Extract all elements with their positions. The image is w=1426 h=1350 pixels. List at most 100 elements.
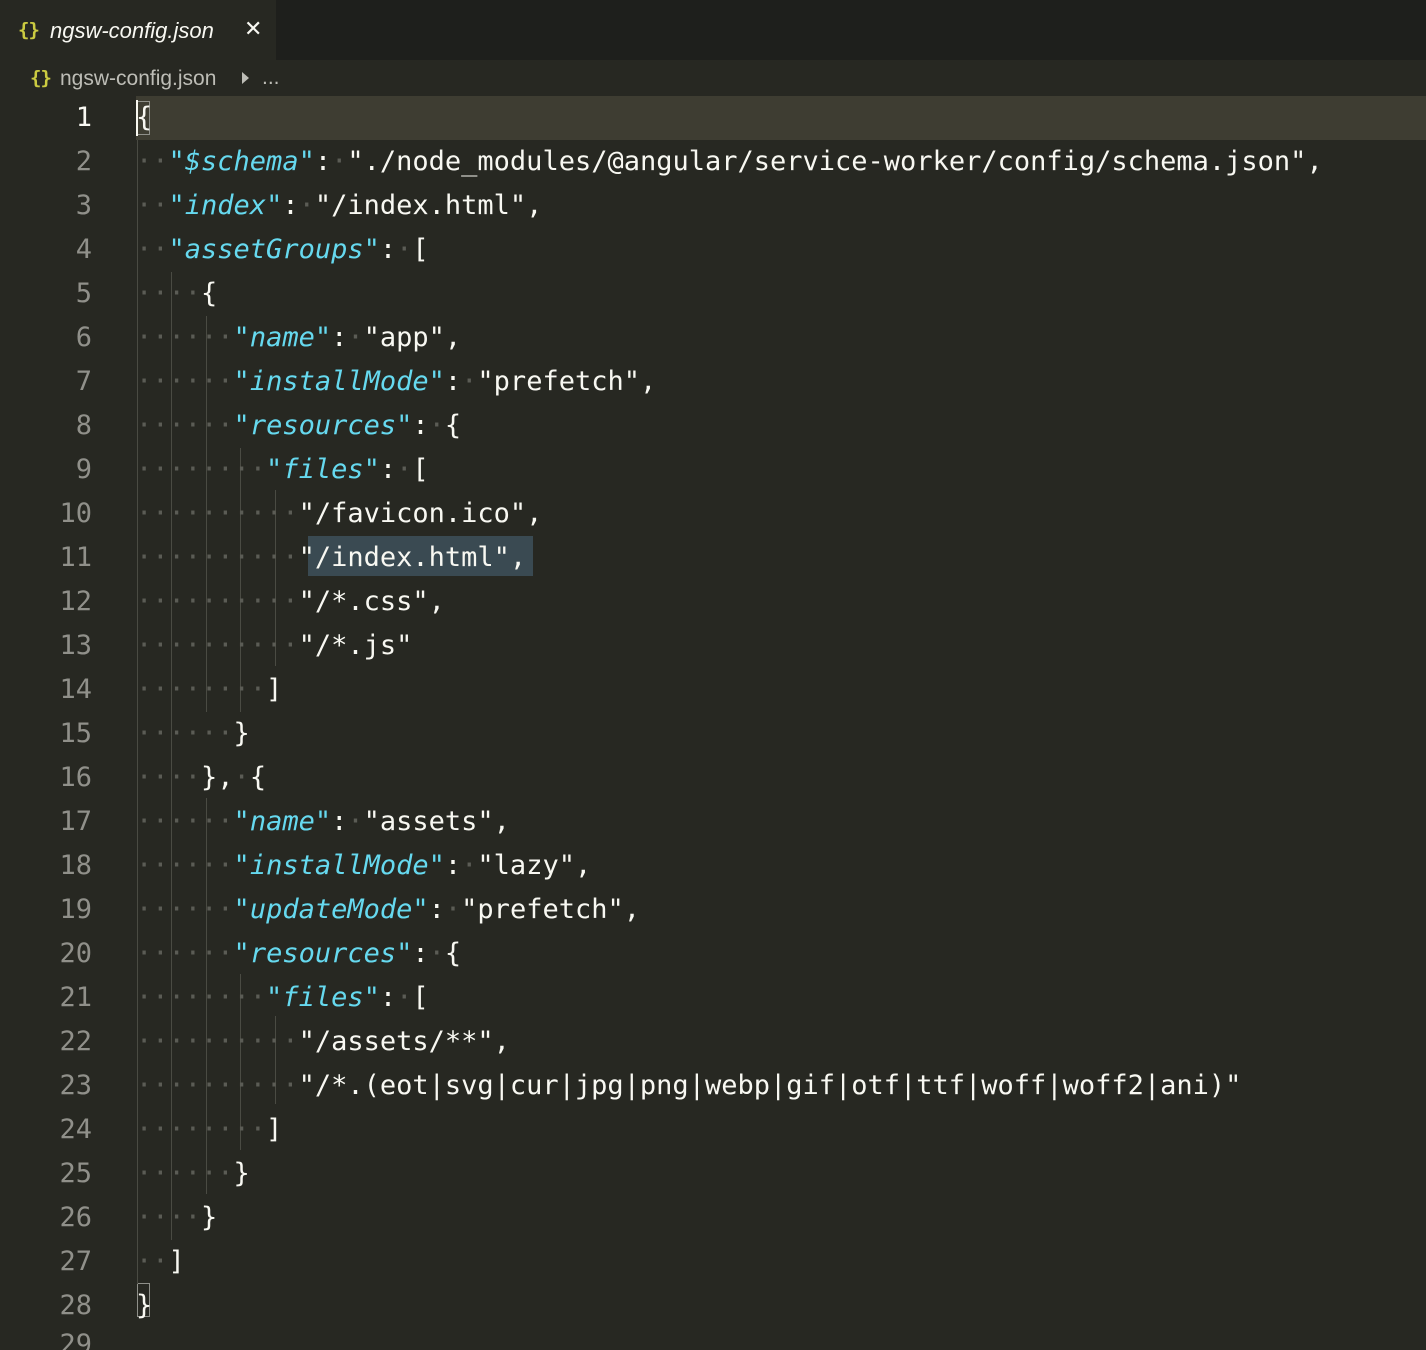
text-cursor	[136, 100, 138, 136]
json-key-quote: "	[233, 806, 250, 837]
whitespace-marker: ·	[461, 366, 478, 397]
line-number: 27	[59, 1246, 92, 1277]
code-text: :	[331, 322, 348, 353]
code-text: :	[379, 234, 397, 265]
json-key: resources	[249, 410, 397, 441]
whitespace-marker: ·	[347, 322, 364, 353]
whitespace-marker: ·	[298, 190, 315, 221]
code-line: ······"resources":·{	[136, 932, 461, 976]
code-line: ······"installMode":·"lazy",	[136, 844, 591, 888]
line-number: 7	[75, 366, 92, 397]
indent-whitespace: ··	[136, 1246, 169, 1277]
json-key-quote: "	[363, 234, 380, 265]
code-token: :·[	[380, 982, 429, 1013]
code-text: :	[282, 190, 299, 221]
line-number: 4	[75, 234, 92, 265]
whitespace-marker: ·	[396, 982, 413, 1013]
line-number: 8	[75, 410, 92, 441]
code-text: "prefetch",	[477, 366, 657, 397]
whitespace-marker: ·	[428, 410, 445, 441]
line-number: 26	[59, 1202, 92, 1233]
line-number: 11	[59, 542, 92, 573]
code-token: :·[	[380, 454, 429, 485]
tab-ngsw-config-json[interactable]: {} ngsw-config.json ✕	[0, 0, 276, 60]
json-key-quote: "	[314, 322, 332, 353]
json-key-quote: "	[168, 190, 185, 221]
indent-whitespace: ······	[136, 806, 234, 837]
line-number: 13	[59, 630, 92, 661]
code-text: },	[201, 762, 234, 793]
code-token: :·"lazy",	[445, 850, 591, 881]
indent-whitespace: ··········	[136, 586, 299, 617]
whitespace-marker: ·	[396, 454, 413, 485]
line-number: 14	[59, 674, 92, 705]
code-line: ······"updateMode":·"prefetch",	[136, 888, 640, 932]
breadcrumb-more[interactable]: ...	[262, 64, 280, 91]
code-line: ··"assetGroups":·[	[136, 228, 429, 272]
code-text: "prefetch",	[461, 894, 640, 925]
code-line: {	[136, 96, 152, 140]
indent-whitespace: ··········	[136, 542, 299, 573]
indent-whitespace: ··········	[136, 1070, 299, 1101]
whitespace-marker: ·	[428, 938, 445, 969]
code-text: "assets",	[363, 806, 510, 837]
breadcrumb-file[interactable]: ngsw-config.json	[60, 65, 216, 92]
indent-whitespace: ········	[136, 982, 267, 1013]
indent-whitespace: ··········	[136, 1026, 299, 1057]
code-token: :·"app",	[331, 322, 461, 353]
code-line: ··]	[136, 1240, 185, 1284]
json-key-quote: "	[233, 894, 250, 925]
indent-whitespace: ····	[136, 762, 202, 793]
indent-whitespace: ······	[136, 322, 234, 353]
code-token: {	[136, 102, 153, 133]
code-text: :	[428, 894, 445, 925]
indent-whitespace: ········	[136, 1114, 267, 1145]
json-key-quote: "	[363, 982, 380, 1013]
code-token: :·"assets",	[331, 806, 510, 837]
indent-whitespace: ······	[136, 850, 234, 881]
code-line: ··········"/favicon.ico",	[136, 492, 542, 536]
code-line: ······"name":·"app",	[136, 316, 461, 360]
code-line: ········]	[136, 1108, 282, 1152]
code-line: ········"files":·[	[136, 976, 429, 1020]
line-number: 16	[59, 762, 92, 793]
code-text: :	[412, 938, 429, 969]
json-key-quote: "	[233, 938, 250, 969]
indent-whitespace: ··	[136, 146, 169, 177]
line-number: 21	[59, 982, 92, 1013]
indent-whitespace: ····	[136, 1202, 202, 1233]
code-text: :	[412, 410, 429, 441]
code-line: ··"$schema":·"./node_modules/@angular/se…	[136, 140, 1323, 184]
json-key-quote: "	[298, 146, 315, 177]
json-key-quote: "	[412, 894, 429, 925]
code-token: "/*.js"	[298, 630, 413, 661]
code-text: {	[249, 762, 267, 793]
code-line: ··········"/*.js"	[136, 624, 412, 668]
json-key: name	[249, 806, 315, 837]
whitespace-marker: ·	[396, 234, 413, 265]
code-text: "/index.html",	[314, 190, 543, 221]
whitespace-marker: ·	[347, 806, 364, 837]
code-text: "lazy",	[477, 850, 592, 881]
code-token: ]	[266, 1114, 283, 1145]
code-line: ······}	[136, 1152, 250, 1196]
code-text: :	[379, 454, 397, 485]
indent-whitespace: ······	[136, 938, 234, 969]
indent-whitespace: ········	[136, 454, 267, 485]
line-number: 19	[59, 894, 92, 925]
line-number: 15	[59, 718, 92, 749]
code-token: :·"/index.html",	[282, 190, 542, 221]
line-number: 22	[59, 1026, 92, 1057]
code-token: }	[136, 1290, 153, 1321]
json-key-quote: "	[233, 322, 250, 353]
tab-bar: {} ngsw-config.json ✕	[0, 0, 1426, 60]
code-line: ········]	[136, 668, 282, 712]
code-token: "/index.html",	[298, 542, 527, 573]
json-braces-icon: {}	[30, 67, 52, 89]
code-line: ··········"/assets/**",	[136, 1020, 510, 1064]
code-token: ]	[266, 674, 283, 705]
code-token: :·{	[412, 410, 461, 441]
json-key: index	[184, 190, 267, 221]
close-icon[interactable]: ✕	[244, 15, 262, 45]
line-number: 28	[59, 1290, 92, 1321]
